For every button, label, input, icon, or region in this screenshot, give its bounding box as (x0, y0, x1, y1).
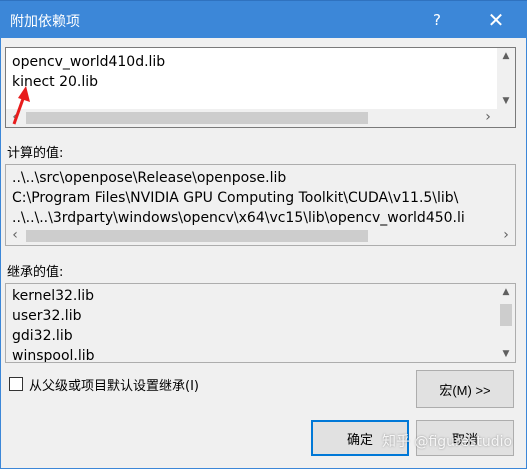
triangle-down-icon[interactable]: ▼ (497, 93, 515, 109)
inherited-values-label: 继承的值: (7, 265, 64, 280)
evaluated-lines: ..\..\src\openpose\Release\openpose.lib … (12, 168, 497, 228)
close-button[interactable]: ✕ (478, 5, 514, 35)
inherit-checkbox[interactable]: 从父级或项目默认设置继承(I) (9, 375, 199, 394)
red-arrow-icon (12, 86, 30, 125)
inherited-vscroll-thumb[interactable] (500, 304, 512, 326)
title-bar: 附加依赖项 ? ✕ (0, 0, 527, 38)
inherited-line-2: user32.lib (12, 308, 82, 324)
macro-button[interactable]: 宏(M) >> (416, 370, 514, 408)
chevron-right-icon[interactable]: › (497, 227, 515, 245)
editor-lines[interactable]: opencv_world410d.lib kinect 20.lib (12, 52, 495, 92)
inherited-line-1: kernel32.lib (12, 288, 95, 304)
inherit-checkbox-label[interactable]: 从父级或项目默认设置继承(I) (29, 375, 199, 394)
evaluated-values-label: 计算的值: (7, 146, 64, 161)
evaluated-values-box[interactable]: ..\..\src\openpose\Release\openpose.lib … (5, 164, 516, 246)
chevron-left-icon[interactable]: ‹ (6, 227, 24, 245)
triangle-up-icon[interactable]: ▲ (497, 48, 515, 64)
editor-line-2[interactable]: kinect 20.lib (12, 72, 495, 92)
editor-line-1[interactable]: opencv_world410d.lib (12, 52, 495, 72)
evaluated-line-2: C:\Program Files\NVIDIA GPU Computing To… (12, 190, 459, 206)
triangle-down-icon[interactable]: ▼ (497, 346, 515, 362)
dependencies-editor[interactable]: opencv_world410d.lib kinect 20.lib ▲ ▼ ‹… (5, 47, 516, 128)
triangle-up-icon[interactable]: ▲ (497, 284, 515, 300)
window-title: 附加依赖项 (10, 14, 80, 30)
watermark: 知乎 @figurestudio (382, 434, 513, 450)
inherited-lines: kernel32.lib user32.lib gdi32.lib winspo… (12, 286, 495, 363)
scroll-corner (497, 109, 515, 127)
evaluated-line-3: ..\..\..\3rdparty\windows\opencv\x64\vc1… (12, 210, 465, 226)
evaluated-horizontal-scrollbar[interactable]: ‹ › (6, 227, 515, 245)
inherited-values-box[interactable]: kernel32.lib user32.lib gdi32.lib winspo… (5, 283, 516, 363)
editor-vertical-scrollbar[interactable]: ▲ ▼ (497, 48, 515, 109)
editor-horizontal-scrollbar[interactable]: ‹ › (6, 109, 497, 127)
chevron-right-icon[interactable]: › (479, 109, 497, 127)
checkbox-box[interactable] (9, 377, 23, 391)
inherited-line-4: winspool.lib (12, 348, 95, 363)
inherited-line-3: gdi32.lib (12, 328, 73, 344)
help-button[interactable]: ? (423, 7, 451, 33)
evaluated-line-1: ..\..\src\openpose\Release\openpose.lib (12, 170, 287, 186)
evaluated-hscroll-thumb[interactable] (26, 230, 368, 242)
editor-hscroll-thumb[interactable] (26, 112, 368, 124)
inherited-vertical-scrollbar[interactable]: ▲ ▼ (497, 284, 515, 362)
